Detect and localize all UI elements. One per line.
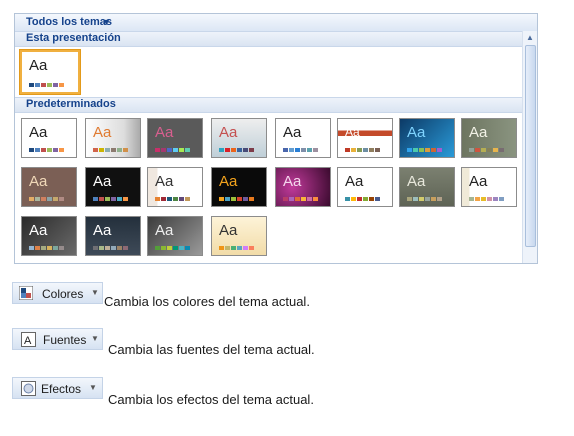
theme-thumbnail[interactable]: Aa [337, 167, 393, 207]
theme-aa-label: Aa [93, 173, 112, 190]
theme-thumbnail[interactable]: Aa [21, 118, 77, 158]
group-label: Esta presentación [26, 32, 121, 44]
theme-aa-label: Aa [407, 124, 426, 141]
theme-thumbnail[interactable]: Aa [85, 118, 141, 158]
theme-thumbnail-current[interactable]: Aa [19, 49, 81, 95]
theme-aa-label: Aa [29, 222, 48, 239]
themes-gallery: Todos los temas ▼ Esta presentación Pred… [14, 13, 538, 264]
theme-thumbnail[interactable]: Aa [21, 216, 77, 256]
theme-thumbnail[interactable]: Aa [461, 118, 517, 158]
theme-aa-label: Aa [93, 222, 112, 239]
effects-icon [21, 381, 36, 396]
colors-button[interactable]: Colores ▼ [12, 282, 103, 304]
theme-thumbnail[interactable]: Aa [147, 216, 203, 256]
theme-aa-label: Aa [155, 173, 174, 190]
theme-thumbnail[interactable]: Aa [275, 118, 331, 158]
theme-thumbnail[interactable]: Aa [211, 216, 267, 256]
gallery-scrollbar[interactable]: ▲ [522, 31, 537, 263]
effects-description: Cambia los efectos del tema actual. [108, 392, 314, 407]
theme-aa-label: Aa [155, 124, 174, 141]
theme-aa-label: Aa [29, 173, 48, 190]
dropdown-arrow-icon: ▼ [91, 334, 99, 343]
theme-aa-label: Aa [29, 124, 48, 141]
theme-thumbnail[interactable]: Aa [275, 167, 331, 207]
theme-thumbnail[interactable]: Aa [147, 167, 203, 207]
theme-aa-label: Aa [469, 124, 488, 141]
dropdown-arrow-icon: ▼ [89, 383, 97, 392]
theme-thumbnail[interactable]: Aa [147, 118, 203, 158]
theme-aa-label: Aa [219, 222, 238, 239]
gallery-header[interactable]: Todos los temas ▼ [15, 14, 537, 32]
theme-aa-label: Aa [283, 173, 302, 190]
group-label: Predeterminados [26, 98, 116, 110]
fonts-icon: A [21, 332, 36, 347]
colors-icon [19, 286, 33, 300]
theme-thumbnail[interactable]: Aa [211, 167, 267, 207]
fonts-button[interactable]: A Fuentes ▼ [12, 328, 103, 350]
theme-aa-label: Aa [155, 222, 174, 239]
dropdown-arrow-icon: ▼ [91, 288, 99, 297]
dropdown-arrow-icon[interactable]: ▼ [102, 17, 111, 27]
group-header-defaults: Predeterminados [15, 97, 523, 113]
fonts-button-label: Fuentes [43, 333, 87, 347]
theme-aa-label: Aa [469, 173, 488, 190]
scroll-up-icon[interactable]: ▲ [525, 33, 535, 43]
theme-aa-label: Aa [283, 124, 302, 141]
scroll-thumb[interactable] [525, 45, 536, 247]
effects-button[interactable]: Efectos ▼ [12, 377, 103, 399]
svg-text:A: A [24, 335, 32, 347]
colors-description: Cambia los colores del tema actual. [104, 294, 310, 309]
theme-thumbnail[interactable]: Aa [85, 167, 141, 207]
theme-aa-label: Aa [345, 173, 364, 190]
theme-thumbnail[interactable]: Aa [21, 167, 77, 207]
theme-aa-label: Aa [29, 57, 48, 74]
theme-aa-label: Aa [219, 173, 238, 190]
gallery-title[interactable]: Todos los temas [26, 16, 112, 28]
effects-button-label: Efectos [41, 382, 82, 396]
group-header-current: Esta presentación [15, 31, 523, 47]
theme-aa-label: Aa [345, 125, 360, 139]
colors-button-label: Colores [42, 287, 84, 301]
theme-aa-label: Aa [219, 124, 238, 141]
theme-thumbnail[interactable]: Aa [399, 167, 455, 207]
theme-thumbnail[interactable]: Aa [85, 216, 141, 256]
theme-aa-label: Aa [93, 124, 112, 141]
theme-thumbnail[interactable]: Aa [337, 118, 393, 158]
fonts-description: Cambia las fuentes del tema actual. [108, 342, 315, 357]
theme-thumbnail[interactable]: Aa [461, 167, 517, 207]
theme-thumbnail[interactable]: Aa [399, 118, 455, 158]
theme-aa-label: Aa [407, 173, 426, 190]
theme-thumbnail[interactable]: Aa [211, 118, 267, 158]
